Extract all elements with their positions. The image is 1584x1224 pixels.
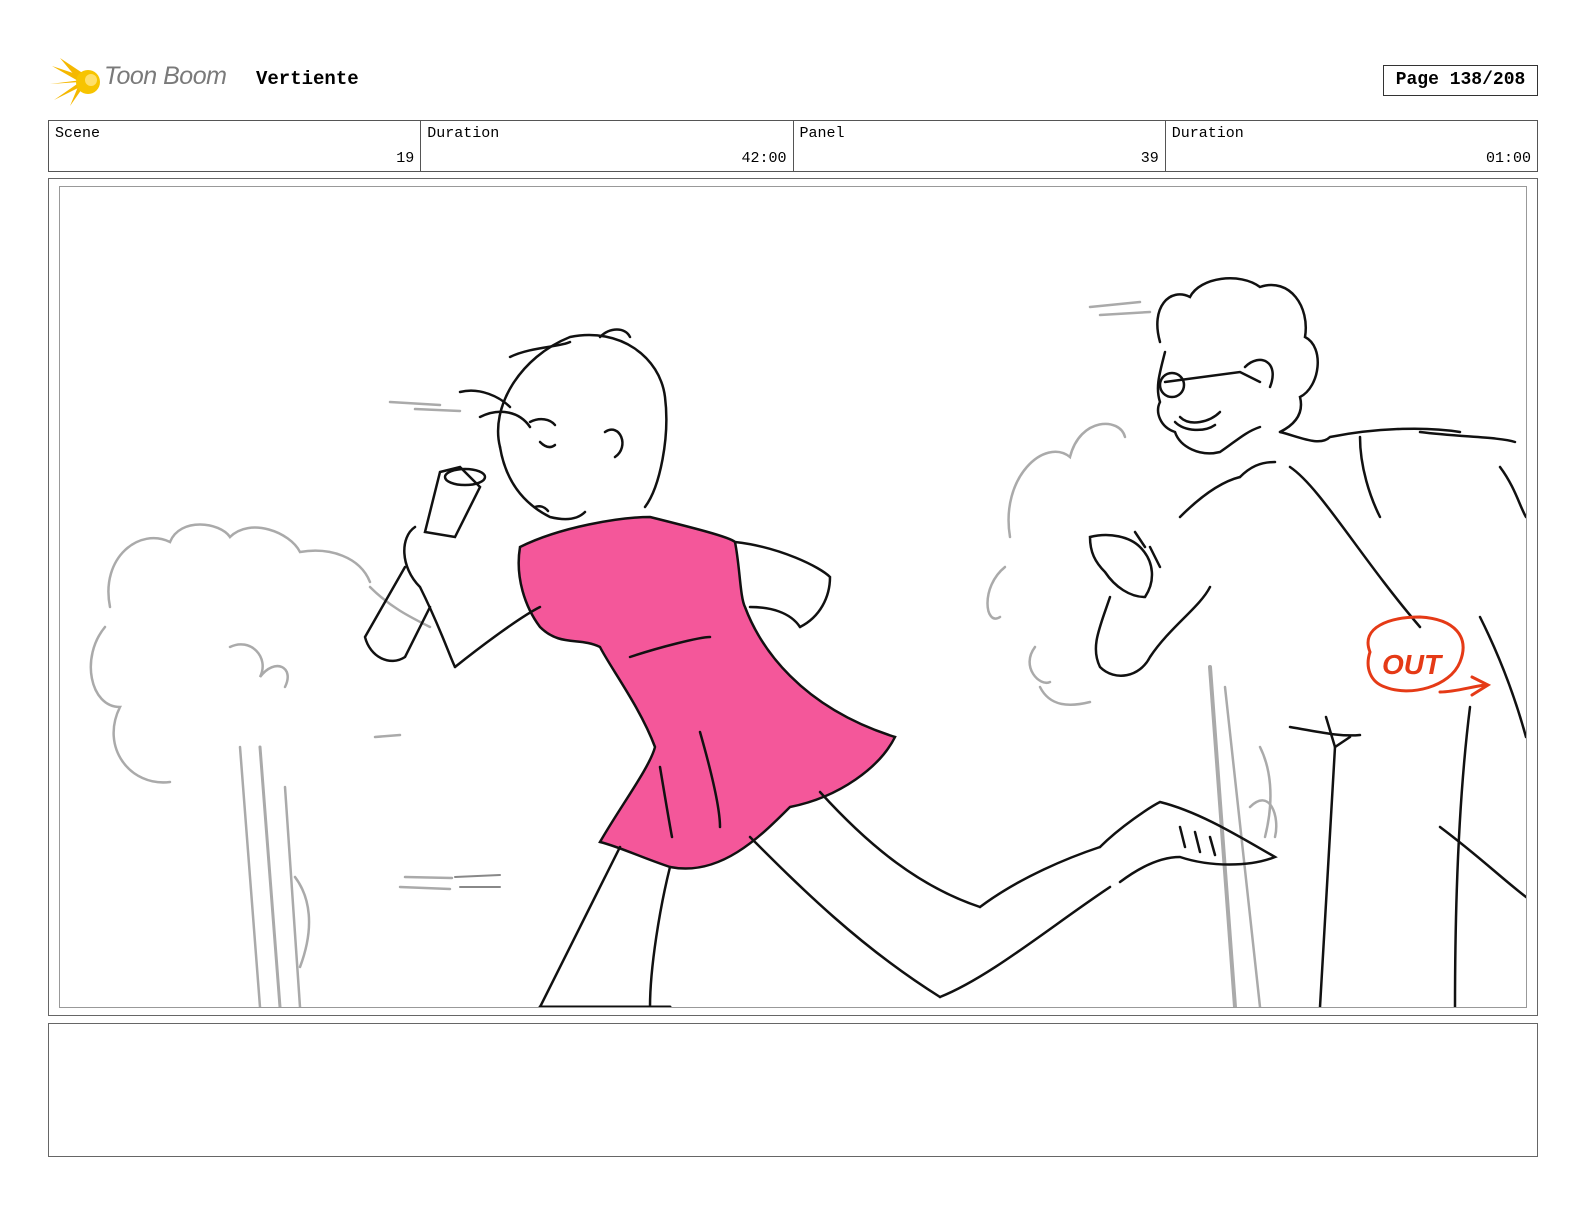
panel-duration-value: 01:00 bbox=[1485, 150, 1531, 167]
panel-sketch: OUT bbox=[89, 277, 1526, 1007]
storyboard-panel-frame: OUT bbox=[48, 178, 1538, 1016]
panel-label: Panel bbox=[799, 125, 845, 142]
scene-label: Scene bbox=[55, 125, 101, 142]
panel-cell: Panel 39 bbox=[794, 121, 1166, 171]
scene-value: 19 bbox=[396, 150, 415, 167]
panel-duration-cell: Duration 01:00 bbox=[1166, 121, 1537, 171]
out-annotation-label: OUT bbox=[1382, 649, 1444, 680]
boy-character bbox=[363, 328, 1278, 1007]
panel-info-row: Scene 19 Duration 42:00 Panel 39 Duratio… bbox=[48, 120, 1538, 172]
scene-duration-cell: Duration 42:00 bbox=[421, 121, 794, 171]
star-burst-icon bbox=[50, 58, 100, 106]
panel-notes-box[interactable] bbox=[48, 1023, 1538, 1157]
scene-cell: Scene 19 bbox=[49, 121, 422, 171]
scene-duration-value: 42:00 bbox=[741, 150, 787, 167]
scene-duration-label: Duration bbox=[427, 125, 500, 142]
man-character bbox=[1088, 277, 1526, 1007]
panel-value: 39 bbox=[1140, 150, 1159, 167]
storyboard-panel-image: OUT bbox=[59, 186, 1527, 1008]
page-indicator: Page 138/208 bbox=[1383, 65, 1538, 96]
brand-wordmark: Toon Boom bbox=[104, 62, 227, 90]
panel-duration-label: Duration bbox=[1171, 125, 1244, 142]
project-title: Vertiente bbox=[256, 68, 359, 90]
